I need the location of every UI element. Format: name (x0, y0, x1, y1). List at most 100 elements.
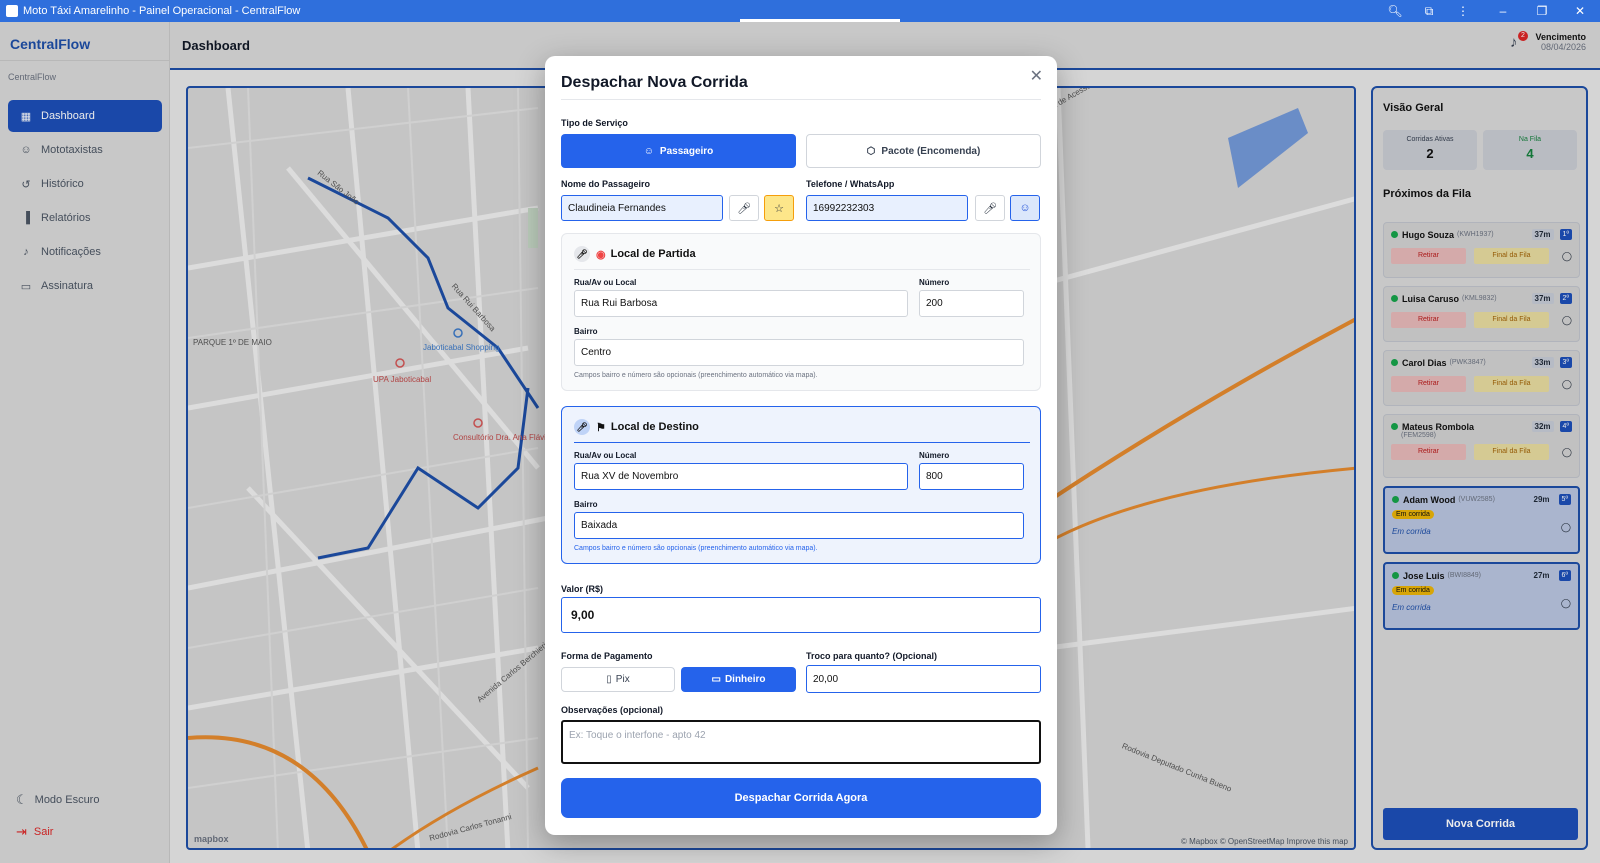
minimize-button[interactable]: – (1486, 0, 1520, 22)
sidebar-item-notificacoes[interactable]: ♪ Notificações (8, 236, 162, 268)
service-package-button[interactable]: ⬡ Pacote (Encomenda) (806, 134, 1041, 168)
destination-district-label: Bairro (574, 500, 598, 509)
queue-value: 4 (1526, 146, 1534, 161)
destination-number-input[interactable]: 800 (919, 463, 1024, 490)
overview-panel: Visão Geral Corridas Ativas 2 Na Fila 4 … (1371, 86, 1588, 850)
star-icon[interactable]: ☆ (764, 195, 794, 221)
passenger-name-input[interactable]: Claudineia Fernandes (561, 195, 723, 221)
notification-badge: 2 (1518, 31, 1528, 41)
mic-icon[interactable]: 🎤︎ (729, 195, 759, 221)
origin-district-input[interactable]: Centro (574, 339, 1024, 366)
online-dot (1391, 423, 1398, 430)
destination-street-label: Rua/Av ou Local (574, 451, 637, 460)
remove-button[interactable]: Retirar (1391, 248, 1466, 264)
nav-menu: ▦ Dashboard ☺ Mototaxistas ↺ Histórico ▐ Rel… (8, 100, 162, 304)
chat-icon[interactable]: ◯ (1562, 251, 1572, 262)
chat-icon[interactable]: ◯ (1561, 522, 1571, 533)
queue-position: 6º (1558, 570, 1571, 581)
origin-street-label: Rua/Av ou Local (574, 278, 637, 287)
close-icon[interactable]: ✕ (1030, 66, 1043, 86)
mic-icon[interactable]: 🎤︎ (975, 195, 1005, 221)
driver-plate: (VUW2585) (1458, 496, 1495, 503)
close-window-button[interactable]: ✕ (1563, 0, 1597, 22)
cash-icon: ▭ (711, 674, 721, 685)
change-input[interactable]: 20,00 (806, 665, 1041, 693)
origin-number-input[interactable]: 200 (919, 290, 1024, 317)
chat-icon[interactable]: ◯ (1561, 598, 1571, 609)
origin-district-label: Bairro (574, 327, 598, 336)
flag-icon: ⚑ (596, 421, 606, 434)
service-passenger-button[interactable]: ☺ Passageiro (561, 134, 796, 168)
driver-plate: (BWI8849) (1447, 572, 1481, 579)
chat-icon[interactable]: ◯ (1562, 315, 1572, 326)
chat-icon[interactable]: ◯ (1562, 379, 1572, 390)
modal-title: Despachar Nova Corrida (561, 74, 748, 91)
remove-button[interactable]: Retirar (1391, 444, 1466, 460)
queue-position: 2º (1559, 293, 1572, 304)
destination-hint: Campos bairro e número são opcionais (pr… (574, 545, 818, 552)
sidebar-item-dashboard[interactable]: ▦ Dashboard (8, 100, 162, 132)
phone-label: Telefone / WhatsApp (806, 179, 895, 189)
end-of-queue-button[interactable]: Final da Fila (1474, 312, 1549, 328)
destination-street-input[interactable]: Rua XV de Novembro (574, 463, 908, 490)
chat-icon[interactable]: ◯ (1562, 447, 1572, 458)
end-of-queue-button[interactable]: Final da Fila (1474, 444, 1549, 460)
sidebar-item-relatorios[interactable]: ▐ Relatórios (8, 202, 162, 234)
wait-time: 32m (1531, 421, 1554, 432)
restore-button[interactable]: ❐ (1525, 0, 1559, 22)
notification-bell-icon[interactable]: ♪ 2 (1510, 31, 1528, 51)
driver-name: Carol Dias (1402, 357, 1447, 368)
dispatch-submit-button[interactable]: Despachar Corrida Agora (561, 778, 1041, 818)
next-in-queue-title: Próximos da Fila (1383, 188, 1472, 200)
brand-logo: CentralFlow (10, 36, 91, 52)
sidebar-item-historico[interactable]: ↺ Histórico (8, 168, 162, 200)
destination-number-label: Número (919, 451, 950, 460)
queue-card-busy: Adam Wood (VUW2585) 29m 5º Em corrida Em co… (1383, 486, 1580, 554)
end-of-queue-button[interactable]: Final da Fila (1474, 248, 1549, 264)
origin-street-input[interactable]: Rua Rui Barbosa (574, 290, 908, 317)
driver-name: Jose Luis (1403, 570, 1445, 581)
status-badge: Em corrida (1392, 510, 1434, 519)
status-badge: Em corrida (1392, 586, 1434, 595)
remove-button[interactable]: Retirar (1391, 376, 1466, 392)
destination-district-input[interactable]: Baixada (574, 512, 1024, 539)
map-attribution[interactable]: © Mapbox © OpenStreetMap Improve this ma… (1181, 837, 1348, 846)
end-of-queue-button[interactable]: Final da Fila (1474, 376, 1549, 392)
phone-input[interactable]: 16992232303 (806, 195, 968, 221)
sidebar-item-mototaxistas[interactable]: ☺ Mototaxistas (8, 134, 162, 166)
sidebar-item-assinatura[interactable]: ▭ Assinatura (8, 270, 162, 302)
extension-icon[interactable]: ⧉ (1412, 0, 1446, 22)
queue-position: 5º (1558, 494, 1571, 505)
pay-pix-button[interactable]: ▯ Pix (561, 667, 675, 692)
map-label-upa: UPA Jaboticabal (373, 375, 432, 384)
wait-time: 27m (1533, 571, 1550, 580)
zoom-icon[interactable]: 🔍︎ (1378, 0, 1412, 22)
destination-header: 🎤︎ ⚑ Local de Destino (574, 419, 699, 435)
logout-icon: ⇥ (16, 824, 27, 839)
contacts-icon[interactable]: ☺ (1010, 195, 1040, 221)
mic-icon[interactable]: 🎤︎ (574, 419, 590, 435)
expiry-date: 08/04/2026 (1540, 42, 1586, 52)
subscription-expiry: Vencimento 08/04/2026 (1535, 32, 1586, 52)
busy-text: Em corrida (1392, 603, 1431, 612)
divider (574, 269, 1030, 270)
active-rides-stat: Corridas Ativas 2 (1383, 130, 1477, 170)
more-menu-icon[interactable]: ⋮ (1446, 0, 1480, 22)
pay-cash-button[interactable]: ▭ Dinheiro (681, 667, 796, 692)
driver-plate: (FEM2598) (1401, 432, 1437, 439)
driver-plate: (KWH1937) (1457, 231, 1494, 238)
remove-button[interactable]: Retirar (1391, 312, 1466, 328)
mic-icon[interactable]: 🎤︎ (574, 246, 590, 262)
notes-textarea[interactable]: Ex: Toque o interfone - apto 42 (561, 720, 1041, 764)
dark-mode-toggle[interactable]: ☾ Modo Escuro (16, 792, 99, 808)
value-input[interactable]: 9,00 (561, 597, 1041, 633)
online-dot (1391, 295, 1398, 302)
logout-label: Sair (33, 826, 54, 838)
logout-button[interactable]: ⇥ Sair (16, 824, 53, 840)
wait-time: 33m (1531, 357, 1554, 368)
value-label: Valor (R$) (561, 584, 604, 594)
new-ride-button[interactable]: Nova Corrida (1383, 808, 1578, 840)
wait-time: 37m (1531, 229, 1554, 240)
payment-label: Forma de Pagamento (561, 651, 653, 661)
divider (0, 60, 170, 61)
